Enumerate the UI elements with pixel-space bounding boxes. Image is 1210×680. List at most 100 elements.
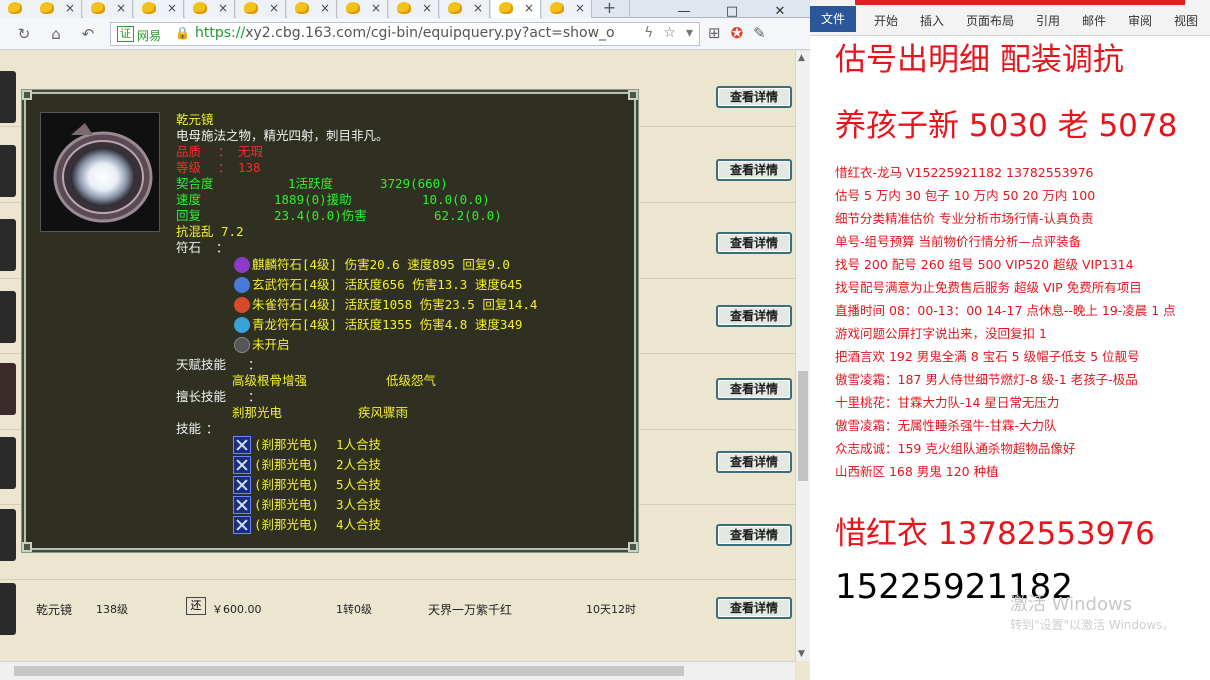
scrollbar-thumb[interactable]: [798, 371, 808, 481]
browser-tab[interactable]: ×: [338, 0, 388, 18]
undo-icon[interactable]: ↶: [78, 24, 98, 44]
row-divider: [0, 579, 795, 580]
quality-separator: ：: [218, 144, 231, 159]
browser-tab[interactable]: ×: [440, 0, 490, 18]
game-favicon-icon: [40, 2, 54, 14]
tab-file[interactable]: 文件: [810, 6, 856, 32]
vertical-scrollbar[interactable]: ▲ ▼: [795, 51, 810, 661]
game-favicon-icon: [8, 2, 22, 14]
table-row[interactable]: 乾元镜 138级 还 ￥600.00 1转0级 天界一万紫千红 10天12时: [0, 583, 795, 643]
close-tab-icon[interactable]: ×: [524, 1, 534, 15]
view-detail-button[interactable]: 查看详情: [716, 86, 792, 108]
browser-tab[interactable]: ×: [287, 0, 337, 18]
scroll-down-icon[interactable]: ▼: [798, 649, 805, 659]
doc-heading: 估号出明细 配装调抗: [835, 42, 1124, 78]
doc-line: 游戏问题公屏打字说出来，没回复扣 1: [835, 326, 1047, 341]
close-tab-icon[interactable]: ×: [116, 1, 126, 15]
game-favicon-icon: [142, 2, 156, 14]
close-tab-icon[interactable]: ×: [473, 1, 483, 15]
view-detail-button[interactable]: 查看详情: [716, 159, 792, 181]
lightning-icon[interactable]: ϟ: [644, 25, 653, 41]
skill-combo: 3人合技: [336, 497, 382, 512]
tools-icon[interactable]: ✎: [753, 24, 766, 42]
address-bar[interactable]: 证 网易 🔒 https://xy2.cbg.163.com/cgi-bin/e…: [110, 22, 700, 46]
refresh-icon[interactable]: ↻: [14, 24, 34, 44]
item-thumbnail[interactable]: [0, 363, 16, 415]
tab-view[interactable]: 视图: [1174, 12, 1198, 29]
game-favicon-icon: [91, 2, 105, 14]
skill-combo: 4人合技: [336, 517, 382, 532]
tab-home[interactable]: 开始: [874, 12, 898, 29]
activation-watermark: 激活 Windows: [1010, 594, 1133, 615]
expertise-skill: 刹那光电: [232, 405, 283, 420]
stat-label: 回复: [176, 208, 202, 223]
dropdown-arrow-icon[interactable]: ▾: [686, 25, 693, 41]
tab-insert[interactable]: 插入: [920, 12, 944, 29]
close-tab-icon[interactable]: ×: [218, 1, 228, 15]
word-window: 文件 开始 插入 页面布局 引用 邮件 审阅 视图 估号出明细 配装调抗 养孩子…: [810, 0, 1210, 680]
item-time-left: 10天12时: [586, 603, 636, 616]
scrollbar-thumb[interactable]: [14, 666, 684, 676]
browser-tab[interactable]: ×: [185, 0, 235, 18]
close-tab-icon[interactable]: ×: [65, 1, 75, 15]
navigation-bar: ↻ ⌂ ↶ 证 网易 🔒 https://xy2.cbg.163.com/cgi…: [0, 18, 810, 50]
item-thumbnail[interactable]: [0, 509, 16, 561]
view-detail-button[interactable]: 查看详情: [716, 232, 792, 254]
game-favicon-icon: [244, 2, 258, 14]
frame-corner: [628, 542, 638, 552]
tab-review[interactable]: 审阅: [1128, 12, 1152, 29]
close-tab-icon[interactable]: ×: [575, 1, 585, 15]
game-favicon-icon: [346, 2, 360, 14]
close-tab-icon[interactable]: ×: [320, 1, 330, 15]
browser-tab[interactable]: ×: [134, 0, 184, 18]
stat-value: 1889(0)援助: [274, 192, 352, 207]
close-tab-icon[interactable]: ×: [269, 1, 279, 15]
activation-watermark-sub: 转到"设置"以激活 Windows。: [1010, 618, 1175, 632]
tab-mailings[interactable]: 邮件: [1082, 12, 1106, 29]
new-tab-button[interactable]: +: [590, 0, 630, 18]
view-detail-button[interactable]: 查看详情: [716, 378, 792, 400]
quality-label: 品质: [176, 144, 202, 159]
tab-layout[interactable]: 页面布局: [966, 12, 1014, 29]
item-thumbnail[interactable]: [0, 145, 16, 197]
scroll-up-icon[interactable]: ▲: [798, 53, 805, 63]
talent-skill: 低级怨气: [386, 373, 437, 388]
horizontal-scrollbar[interactable]: [0, 661, 795, 680]
frame-corner: [22, 542, 32, 552]
tab-references[interactable]: 引用: [1036, 12, 1060, 29]
item-thumbnail[interactable]: [0, 291, 16, 343]
grade-label: 等级: [176, 160, 202, 175]
bargain-badge[interactable]: 还: [186, 597, 206, 615]
gamepad-icon[interactable]: ✪: [731, 24, 744, 42]
item-thumbnail[interactable]: [0, 437, 16, 489]
view-detail-button[interactable]: 查看详情: [716, 524, 792, 546]
bookmark-star-icon[interactable]: ☆: [663, 25, 676, 41]
skill-name: (刹那光电): [254, 497, 320, 512]
item-thumbnail[interactable]: [0, 219, 16, 271]
browser-tab[interactable]: ×: [542, 0, 592, 18]
frame-corner: [628, 90, 638, 100]
rune-qilin-icon: [234, 257, 250, 273]
stat-label: 契合度: [176, 176, 214, 191]
close-tab-icon[interactable]: ×: [422, 1, 432, 15]
skills-separator: ：: [206, 421, 219, 436]
browser-tab[interactable]: ×: [236, 0, 286, 18]
browser-tab[interactable]: ×: [389, 0, 439, 18]
item-thumbnail[interactable]: [0, 71, 16, 123]
browser-tab[interactable]: ×: [83, 0, 133, 18]
rune-zhuque-icon: [234, 297, 250, 313]
stat-value: 3729(660): [380, 176, 448, 191]
close-tab-icon[interactable]: ×: [371, 1, 381, 15]
url-text[interactable]: https://xy2.cbg.163.com/cgi-bin/equipque…: [195, 25, 615, 41]
doc-line: 傲雪凌霜：187 男人侍世细节燃灯-8 级-1 老孩子-极品: [835, 372, 1138, 387]
resist-stat: 抗混乱 7.2: [176, 224, 244, 239]
grid-icon[interactable]: ⊞: [708, 24, 721, 42]
view-detail-button[interactable]: 查看详情: [716, 451, 792, 473]
browser-tab-active[interactable]: ×: [491, 0, 541, 18]
home-icon[interactable]: ⌂: [46, 24, 66, 44]
browser-tab[interactable]: ×: [32, 0, 82, 18]
view-detail-button[interactable]: 查看详情: [716, 305, 792, 327]
game-favicon-icon: [550, 2, 564, 14]
item-price: ￥600.00: [212, 603, 262, 616]
close-tab-icon[interactable]: ×: [167, 1, 177, 15]
